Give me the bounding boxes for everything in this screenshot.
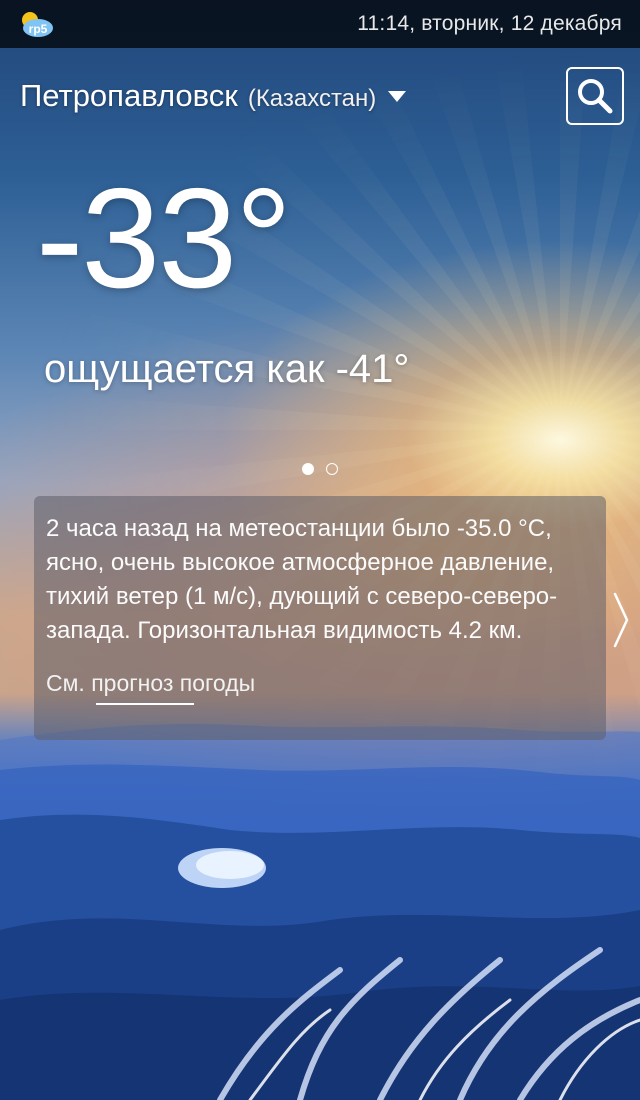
rp5-logo-text: rp5 <box>29 22 48 36</box>
page-dot-2[interactable] <box>326 463 338 475</box>
city-name: Петропавловск <box>20 78 238 113</box>
country-name: (Казахстан) <box>247 85 377 112</box>
link-underline <box>96 703 194 705</box>
rp5-app-icon: rp5 <box>22 12 53 37</box>
observation-card: 2 часа назад на метеостанции было -35.0 … <box>34 496 606 740</box>
location-selector[interactable]: Петропавловск (Казахстан) <box>20 78 407 114</box>
caret-down-icon <box>388 90 407 102</box>
forecast-link-label: См. прогноз погоды <box>46 670 256 696</box>
status-datetime: 11:14, вторник, 12 декабря <box>357 12 622 35</box>
observation-text: 2 часа назад на метеостанции было -35.0 … <box>46 515 558 644</box>
current-temperature: -33° <box>36 159 292 318</box>
forecast-link[interactable]: См. прогноз погоды <box>46 670 255 705</box>
mountain-landscape-background <box>0 723 640 1100</box>
chevron-right-icon[interactable] <box>612 590 630 650</box>
location-header: Петропавловск (Казахстан) <box>20 62 624 130</box>
search-icon <box>578 79 613 114</box>
search-button[interactable] <box>566 67 624 125</box>
page-dot-1[interactable] <box>302 463 314 475</box>
page-indicator <box>302 463 338 475</box>
status-bar: rp5 11:14, вторник, 12 декабря <box>0 0 640 48</box>
feels-like-temperature: ощущается как -41° <box>44 347 410 391</box>
